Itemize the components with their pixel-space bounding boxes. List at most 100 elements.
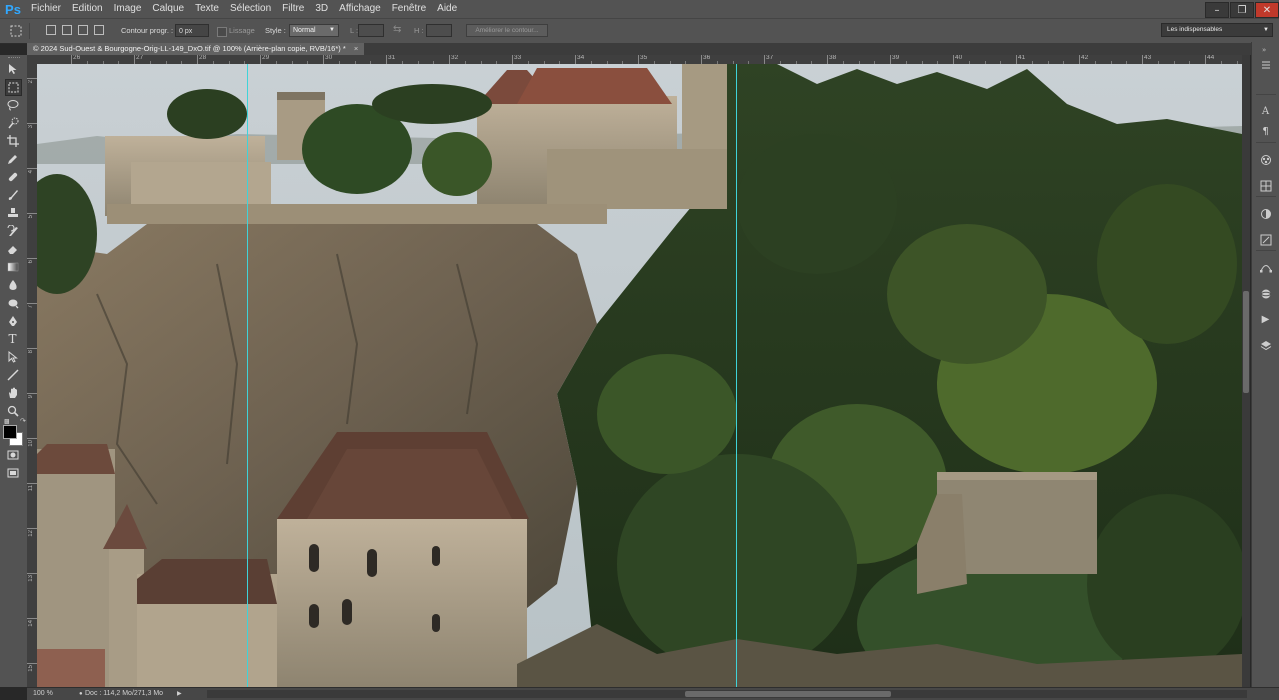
healing-brush-tool-icon[interactable] [5,169,20,184]
info-arrow-icon: ● [79,691,83,697]
close-tab-icon[interactable]: × [354,44,358,53]
vertical-scrollbar[interactable] [1242,55,1250,687]
minimize-button[interactable]: – [1205,2,1229,18]
ruler-tick [134,55,135,64]
menu-item[interactable]: Fichier [26,0,67,18]
antialias-checkbox[interactable] [217,27,227,37]
type-tool-icon[interactable]: T [5,331,20,346]
zoom-tool-icon[interactable] [5,403,20,418]
ruler-label: 37 [766,55,774,61]
screen-mode-icon[interactable] [5,465,20,480]
width-input[interactable] [358,24,384,37]
ruler-label: 2 [28,80,34,84]
status-menu-arrow-icon[interactable]: ▶ [177,688,182,700]
pen-tool-icon[interactable] [5,313,20,328]
ruler-label: 44 [1207,55,1215,61]
foreground-color-swatch[interactable] [3,425,17,439]
swap-colors-icon[interactable]: ↷ [20,417,26,425]
blur-tool-icon[interactable] [5,277,20,292]
new-selection-icon[interactable] [46,25,56,35]
zoom-level[interactable]: 100 % [33,688,53,700]
styles-panel-icon[interactable] [1258,232,1273,247]
move-tool-icon[interactable] [5,61,20,76]
eyedropper-tool-icon[interactable] [5,151,20,166]
menu-item[interactable]: Edition [67,0,109,18]
menu-items: Fichier Edition Image Calque Texte Sélection F… [26,0,463,18]
menu-item[interactable]: Aide [432,0,463,18]
menu-item[interactable]: 3D [310,0,334,18]
color-panel-icon[interactable] [1258,152,1273,167]
ruler-label: 3 [28,125,34,129]
ruler-origin[interactable] [27,55,37,64]
quick-selection-tool-icon[interactable] [5,115,20,130]
document-tab[interactable]: © 2024 Sud-Ouest & Bourgogne-Orig-LL-149… [27,43,365,55]
horizontal-scrollbar-thumb[interactable] [685,691,891,697]
menu-item[interactable]: Image [109,0,148,18]
guide-line[interactable] [736,64,737,687]
workspace-select[interactable]: Les indispensables ▼ [1161,23,1273,37]
menu-item[interactable]: Calque [147,0,190,18]
chevron-down-icon: ▼ [1263,27,1269,33]
height-input[interactable] [426,24,452,37]
collapse-panels-icon[interactable]: » [1262,46,1266,54]
ruler-tick [27,123,37,124]
horizontal-scrollbar[interactable] [207,690,1247,698]
ruler-tick [953,55,954,64]
guide-line[interactable] [247,64,248,687]
crop-tool-icon[interactable] [5,133,20,148]
image-canvas[interactable] [37,64,1242,687]
height-label: H : [414,26,424,35]
ruler-label: 43 [1144,55,1152,61]
eraser-tool-icon[interactable] [5,241,20,256]
ruler-label: 4 [28,170,34,174]
close-button[interactable]: ✕ [1255,2,1279,18]
ruler-label: 7 [28,305,34,309]
path-selection-tool-icon[interactable] [5,349,20,364]
ruler-tick [197,55,198,64]
dodge-tool-icon[interactable] [5,295,20,310]
history-brush-tool-icon[interactable] [5,223,20,238]
actions-panel-icon[interactable]: ▶ [1258,312,1273,327]
menu-item[interactable]: Texte [190,0,225,18]
character-panel-icon[interactable]: A [1258,104,1273,119]
default-colors-icon[interactable]: ▩ [4,418,10,425]
style-select[interactable]: Normal ▼ [289,24,339,37]
marquee-tool-preset-icon[interactable] [8,23,23,38]
swap-dimensions-icon[interactable]: ⇆ [393,24,401,35]
menu-item[interactable]: Sélection [225,0,277,18]
add-selection-icon[interactable] [62,25,72,35]
clone-stamp-tool-icon[interactable] [5,205,20,220]
ruler-label: 11 [28,485,34,492]
menu-item[interactable]: Filtre [277,0,310,18]
brush-tool-icon[interactable] [5,187,20,202]
intersect-selection-icon[interactable] [94,25,104,35]
paths-panel-icon[interactable] [1258,260,1273,275]
refine-edge-button[interactable]: Améliorer le contour... [466,24,548,37]
line-tool-icon[interactable] [5,367,20,382]
ruler-label: 41 [1018,55,1026,61]
vertical-scrollbar-thumb[interactable] [1243,291,1249,393]
menu-item[interactable]: Fenêtre [387,0,432,18]
ruler-tick [1205,55,1206,64]
chevron-down-icon: ▼ [329,27,335,33]
feather-input[interactable]: 0 px [175,24,209,37]
menu-item[interactable]: Affichage [334,0,387,18]
layers-panel-icon[interactable] [1258,338,1273,353]
hand-tool-icon[interactable] [5,385,20,400]
style-select-value: Normal [293,27,316,34]
gradient-tool-icon[interactable] [5,259,20,274]
maximize-button[interactable]: ❐ [1230,2,1254,18]
paragraph-panel-icon[interactable]: ¶ [1258,124,1273,139]
subtract-selection-icon[interactable] [78,25,88,35]
adjustments-panel-icon[interactable] [1258,206,1273,221]
rectangular-marquee-tool-icon[interactable] [5,79,22,96]
swatches-panel-icon[interactable] [1258,178,1273,193]
panel-menu-icon[interactable] [1258,57,1273,72]
ruler-tick [386,55,387,64]
quick-mask-icon[interactable] [5,447,20,462]
ruler-tick [27,168,37,169]
3d-panel-icon[interactable] [1258,286,1273,301]
ruler-tick [260,55,261,64]
ruler-label: 5 [28,215,34,219]
lasso-tool-icon[interactable] [5,97,20,112]
